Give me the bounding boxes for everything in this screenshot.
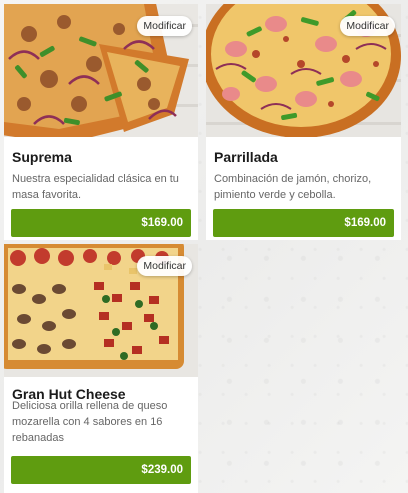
- add-to-cart-button[interactable]: $169.00: [213, 209, 394, 237]
- product-description: Combinación de jamón, chorizo, pimiento …: [214, 173, 372, 201]
- modify-button[interactable]: Modificar: [137, 256, 192, 276]
- add-to-cart-button[interactable]: $239.00: [11, 456, 191, 484]
- product-title: Parrillada: [214, 149, 278, 165]
- add-to-cart-button[interactable]: $169.00: [11, 209, 191, 237]
- product-card-gran-hut-cheese[interactable]: Modificar Gran Hut Cheese Deliciosa oril…: [4, 244, 198, 493]
- product-description: Nuestra especialidad clásica en tu masa …: [12, 173, 179, 201]
- modify-button[interactable]: Modificar: [137, 16, 192, 36]
- product-card-parrillada[interactable]: Modificar Parrillada Combinación de jamó…: [206, 4, 401, 240]
- product-description: Deliciosa orilla rellena de queso mozare…: [12, 400, 168, 444]
- product-title: Suprema: [12, 149, 72, 165]
- product-card-suprema[interactable]: Modificar Suprema Nuestra especialidad c…: [4, 4, 198, 240]
- modify-button[interactable]: Modificar: [340, 16, 395, 36]
